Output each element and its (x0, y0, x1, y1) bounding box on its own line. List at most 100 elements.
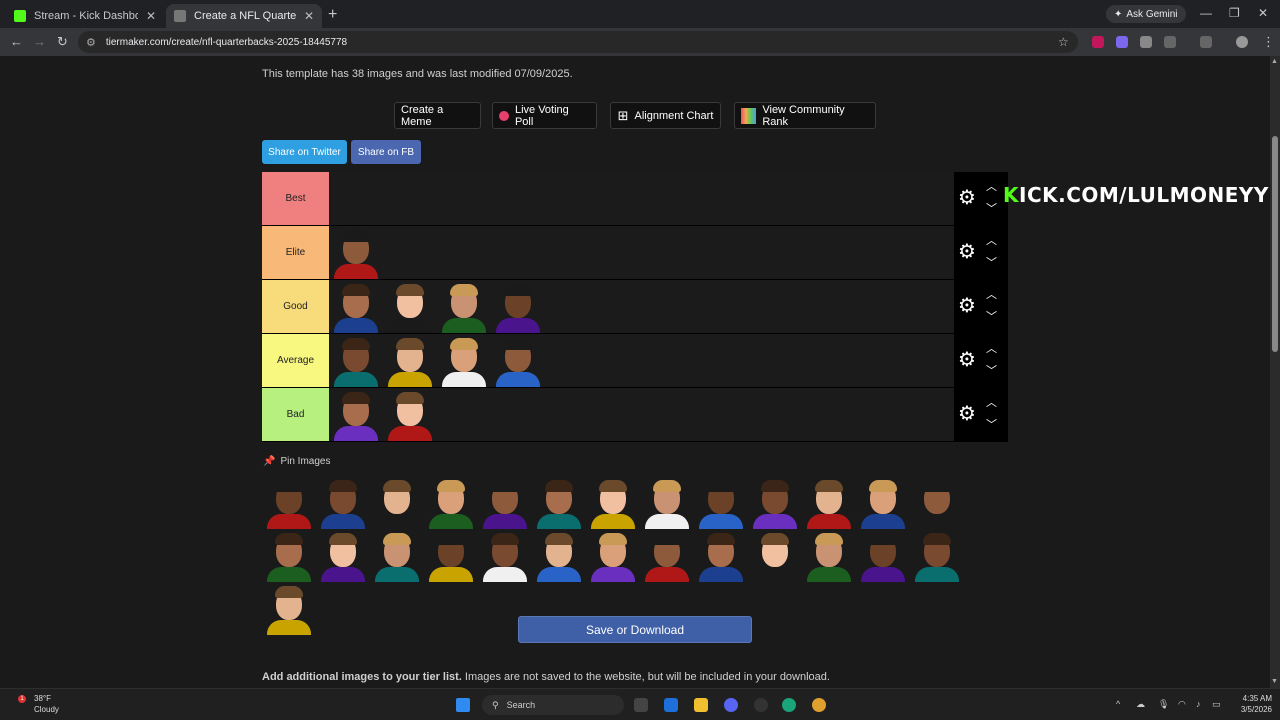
chevron-down-icon[interactable]: ﹀ (986, 200, 997, 216)
player-image[interactable] (856, 476, 910, 529)
scrollbar-thumb[interactable] (1272, 136, 1278, 352)
live-voting-poll-button[interactable]: Live Voting Poll (492, 102, 597, 129)
wifi-icon[interactable]: ◠ (1178, 699, 1186, 710)
tier-drop-zone[interactable] (329, 280, 954, 333)
tier-label[interactable]: Good (262, 280, 329, 333)
share-twitter-button[interactable]: Share on Twitter (262, 140, 347, 164)
player-image[interactable] (329, 226, 383, 279)
task-view-icon[interactable] (634, 698, 648, 712)
player-image[interactable] (424, 529, 478, 582)
player-image[interactable] (478, 529, 532, 582)
player-image[interactable] (586, 529, 640, 582)
player-image[interactable] (910, 476, 964, 529)
player-image[interactable] (478, 476, 532, 529)
chevron-up-icon[interactable]: ︿ (986, 394, 997, 410)
taskbar-search[interactable]: ⚲ Search (482, 695, 624, 715)
tier-drop-zone[interactable] (329, 334, 954, 387)
mic-icon[interactable]: 🎙 (1158, 699, 1169, 710)
chevron-up-icon[interactable]: ︿ (986, 178, 997, 194)
tier-drop-zone[interactable] (329, 388, 954, 441)
player-image[interactable] (437, 280, 491, 333)
player-image[interactable] (383, 388, 437, 441)
gear-icon[interactable]: ⚙ (958, 404, 976, 424)
player-image[interactable] (640, 476, 694, 529)
weather-widget[interactable]: 1 38°F Cloudy (18, 693, 59, 715)
tray-chevron-icon[interactable]: ^ (1116, 699, 1120, 709)
store-icon[interactable] (664, 698, 678, 712)
extension-icon[interactable] (1116, 36, 1128, 48)
windows-start-icon[interactable] (456, 698, 470, 712)
create-meme-button[interactable]: Create a Meme (394, 102, 481, 129)
minimize-icon[interactable]: — (1200, 6, 1212, 20)
obs-icon[interactable] (754, 698, 768, 712)
save-download-button[interactable]: Save or Download (518, 616, 752, 643)
chevron-up-icon[interactable]: ︿ (986, 340, 997, 356)
tier-label[interactable]: Elite (262, 226, 329, 279)
player-image[interactable] (329, 334, 383, 387)
player-image[interactable] (491, 334, 545, 387)
player-image[interactable] (262, 476, 316, 529)
gear-icon[interactable]: ⚙ (958, 242, 976, 262)
gear-icon[interactable]: ⚙ (958, 350, 976, 370)
tier-label[interactable]: Average (262, 334, 329, 387)
ask-gemini-button[interactable]: ✦ Ask Gemini (1106, 5, 1186, 23)
close-tab-icon[interactable]: ✕ (146, 9, 156, 23)
tab-kick-dashboard[interactable]: Stream - Kick Dashboard ✕ (6, 4, 164, 28)
discord-icon[interactable] (724, 698, 738, 712)
view-community-rank-button[interactable]: View Community Rank (734, 102, 876, 129)
player-image[interactable] (748, 529, 802, 582)
chevron-up-icon[interactable]: ︿ (986, 232, 997, 248)
file-explorer-icon[interactable] (694, 698, 708, 712)
player-image[interactable] (424, 476, 478, 529)
site-info-icon[interactable]: ⚙ (86, 36, 96, 49)
player-image[interactable] (370, 529, 424, 582)
battery-icon[interactable]: ▭ (1212, 699, 1221, 710)
close-tab-icon[interactable]: ✕ (304, 9, 314, 23)
extensions-puzzle-icon[interactable] (1164, 36, 1176, 48)
gear-icon[interactable]: ⚙ (958, 188, 976, 208)
player-image[interactable] (491, 280, 545, 333)
bookmark-star-icon[interactable]: ☆ (1058, 35, 1069, 49)
address-bar[interactable]: ⚙ tiermaker.com/create/nfl-quarterbacks-… (78, 31, 1078, 53)
tier-drop-zone[interactable] (329, 226, 954, 279)
chevron-down-icon[interactable]: ﹀ (986, 308, 997, 324)
player-image[interactable] (437, 334, 491, 387)
share-fb-button[interactable]: Share on FB (351, 140, 421, 164)
player-image[interactable] (910, 529, 964, 582)
chevron-down-icon[interactable]: ﹀ (986, 362, 997, 378)
reload-icon[interactable]: ↻ (57, 34, 68, 50)
scroll-down-icon[interactable]: ▼ (1271, 678, 1278, 685)
player-image[interactable] (694, 529, 748, 582)
maximize-icon[interactable]: ❐ (1229, 6, 1240, 20)
alignment-chart-button[interactable]: ⊞ Alignment Chart (610, 102, 721, 129)
tab-tiermaker[interactable]: Create a NFL Quarterbacks 202 ✕ (166, 4, 322, 28)
player-image[interactable] (383, 280, 437, 333)
player-image[interactable] (640, 529, 694, 582)
chevron-down-icon[interactable]: ﹀ (986, 254, 997, 270)
player-image[interactable] (316, 476, 370, 529)
pin-images-toggle[interactable]: 📌 Pin Images (263, 456, 330, 467)
player-image[interactable] (586, 476, 640, 529)
volume-icon[interactable]: ♪ (1196, 699, 1201, 709)
player-image[interactable] (856, 529, 910, 582)
player-image[interactable] (316, 529, 370, 582)
player-image[interactable] (802, 476, 856, 529)
player-image[interactable] (370, 476, 424, 529)
chevron-up-icon[interactable]: ︿ (986, 286, 997, 302)
onedrive-icon[interactable]: ☁ (1136, 699, 1145, 710)
player-image[interactable] (532, 529, 586, 582)
player-image[interactable] (262, 529, 316, 582)
new-tab-icon[interactable]: + (328, 6, 337, 24)
player-image[interactable] (748, 476, 802, 529)
player-image[interactable] (383, 334, 437, 387)
player-image[interactable] (532, 476, 586, 529)
gear-icon[interactable]: ⚙ (958, 296, 976, 316)
edge-icon[interactable] (782, 698, 796, 712)
tier-label[interactable]: Best (262, 172, 329, 225)
close-window-icon[interactable]: ✕ (1258, 6, 1268, 20)
player-image[interactable] (329, 388, 383, 441)
extension-icon[interactable] (1092, 36, 1104, 48)
chrome-icon[interactable] (812, 698, 826, 712)
side-panel-icon[interactable] (1200, 36, 1212, 48)
player-image[interactable] (262, 582, 316, 635)
